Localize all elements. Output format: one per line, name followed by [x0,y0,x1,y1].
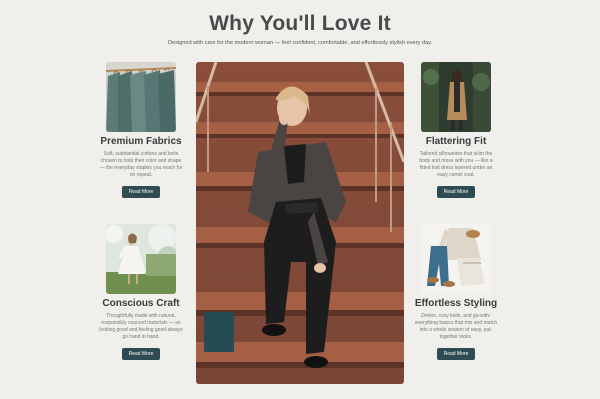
card-description: Thoughtfully made with natural, responsi… [99,313,183,340]
card-description: Soft, substantial cottons and knits chos… [99,151,183,178]
read-more-button[interactable]: Read More [437,186,475,198]
feature-card-conscious-craft: Conscious Craft Thoughtfully made with n… [91,224,191,360]
page-subtitle: Designed with care for the modern woman … [167,40,433,46]
feature-card-flattering-fit: Flattering Fit Tailored silhouettes that… [406,62,506,198]
feature-card-premium-fabrics: Premium Fabrics Soft, substantial cotton… [91,62,191,198]
read-more-button[interactable]: Read More [122,348,160,360]
card-title: Premium Fabrics [100,136,182,147]
white-dress-photo [106,224,176,294]
flatlay-outfit-photo [421,224,491,294]
read-more-button[interactable]: Read More [437,348,475,360]
clothing-rack-photo [106,62,176,132]
feature-card-effortless-styling: Effortless Styling Denim, cozy knits, an… [406,224,506,360]
camel-coat-photo [421,62,491,132]
card-description: Denim, cozy knits, and go-with-everythin… [414,313,498,340]
page-title: Why You'll Love It [209,12,391,35]
card-title: Flattering Fit [425,136,487,147]
hero-model-photo [196,62,404,384]
card-title: Effortless Styling [414,298,498,309]
card-description: Tailored silhouettes that skim the body … [419,151,493,178]
read-more-button[interactable]: Read More [122,186,160,198]
card-title: Conscious Craft [102,298,180,309]
